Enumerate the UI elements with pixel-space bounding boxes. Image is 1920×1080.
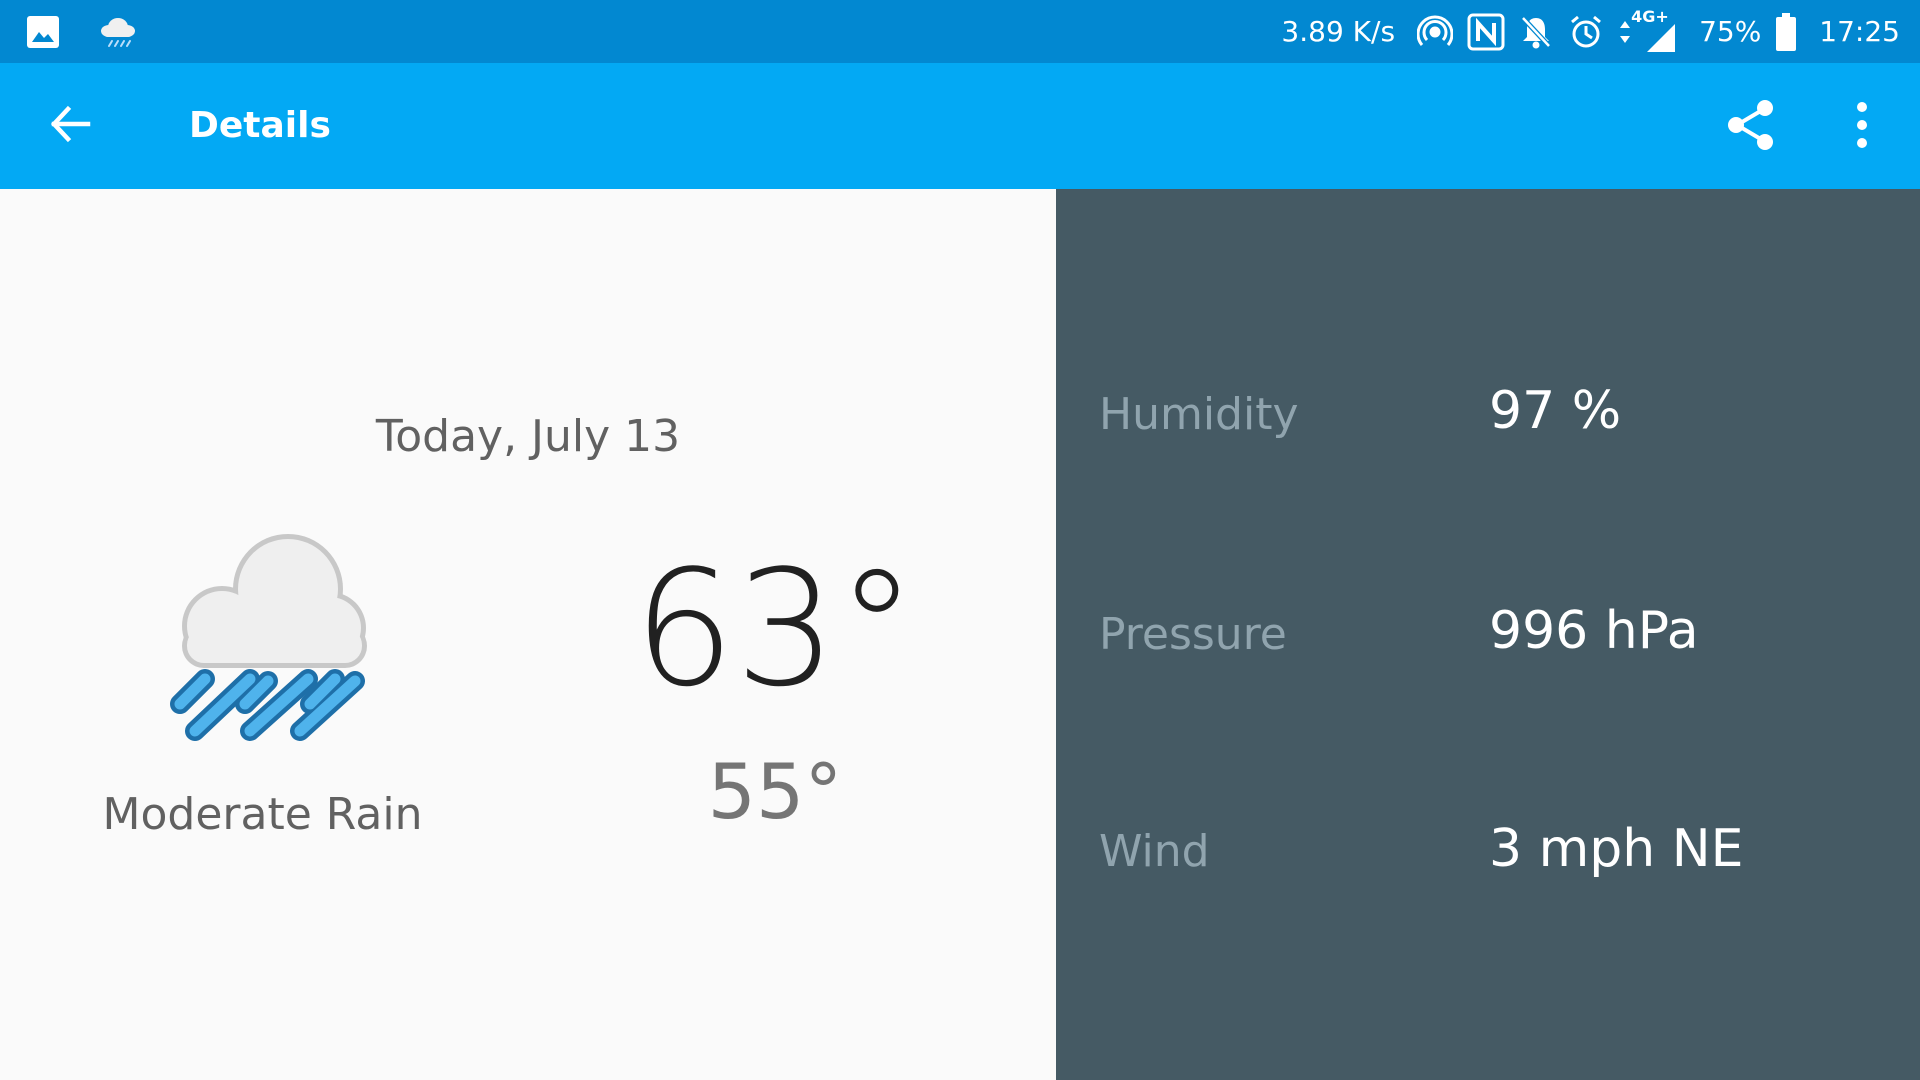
hotspot-icon (1417, 14, 1454, 50)
share-button[interactable] (1720, 96, 1782, 158)
signal-icon: 4G+ (1631, 6, 1677, 54)
more-vert-icon (1855, 101, 1869, 153)
status-bar-system: 3.89 K/s 4G+ 75% 17:25 (1281, 0, 1900, 63)
status-bar-notifications (26, 0, 138, 63)
share-icon (1725, 98, 1777, 156)
alarm-icon (1567, 13, 1605, 51)
nfc-icon (1467, 13, 1505, 51)
humidity-value: 97 % (1489, 381, 1622, 441)
forecast-date: Today, July 13 (375, 411, 681, 462)
wind-label: Wind (1099, 826, 1210, 877)
pressure-label: Pressure (1099, 609, 1287, 660)
forecast-panel: Today, July 13 Moderate Rain 63° 55° (0, 189, 1056, 1080)
status-bar: 3.89 K/s 4G+ 75% 17:25 (0, 0, 1920, 63)
details-panel: Humidity 97 % Pressure 996 hPa Wind 3 mp… (1056, 189, 1920, 1080)
weather-condition: Moderate Rain (102, 789, 423, 840)
page-title: Details (189, 105, 331, 146)
moderate-rain-icon (150, 524, 380, 744)
more-options-button[interactable] (1836, 96, 1888, 158)
network-type: 4G+ (1631, 6, 1669, 26)
humidity-label: Humidity (1099, 389, 1299, 440)
high-temperature: 63° (633, 535, 917, 722)
app-bar: Details (0, 63, 1920, 189)
rain-cloud-notification-icon (98, 14, 138, 50)
clock: 17:25 (1819, 15, 1900, 48)
arrow-back-icon (46, 100, 94, 152)
data-arrows-icon (1619, 19, 1631, 45)
network-speed: 3.89 K/s (1281, 15, 1396, 48)
gallery-icon (26, 15, 60, 49)
notifications-muted-icon (1519, 14, 1553, 50)
battery-percentage: 75% (1699, 15, 1762, 48)
pressure-value: 996 hPa (1489, 601, 1699, 661)
back-button[interactable] (40, 96, 100, 156)
wind-value: 3 mph NE (1489, 819, 1744, 879)
battery-icon (1775, 12, 1797, 52)
low-temperature: 55° (707, 747, 843, 836)
